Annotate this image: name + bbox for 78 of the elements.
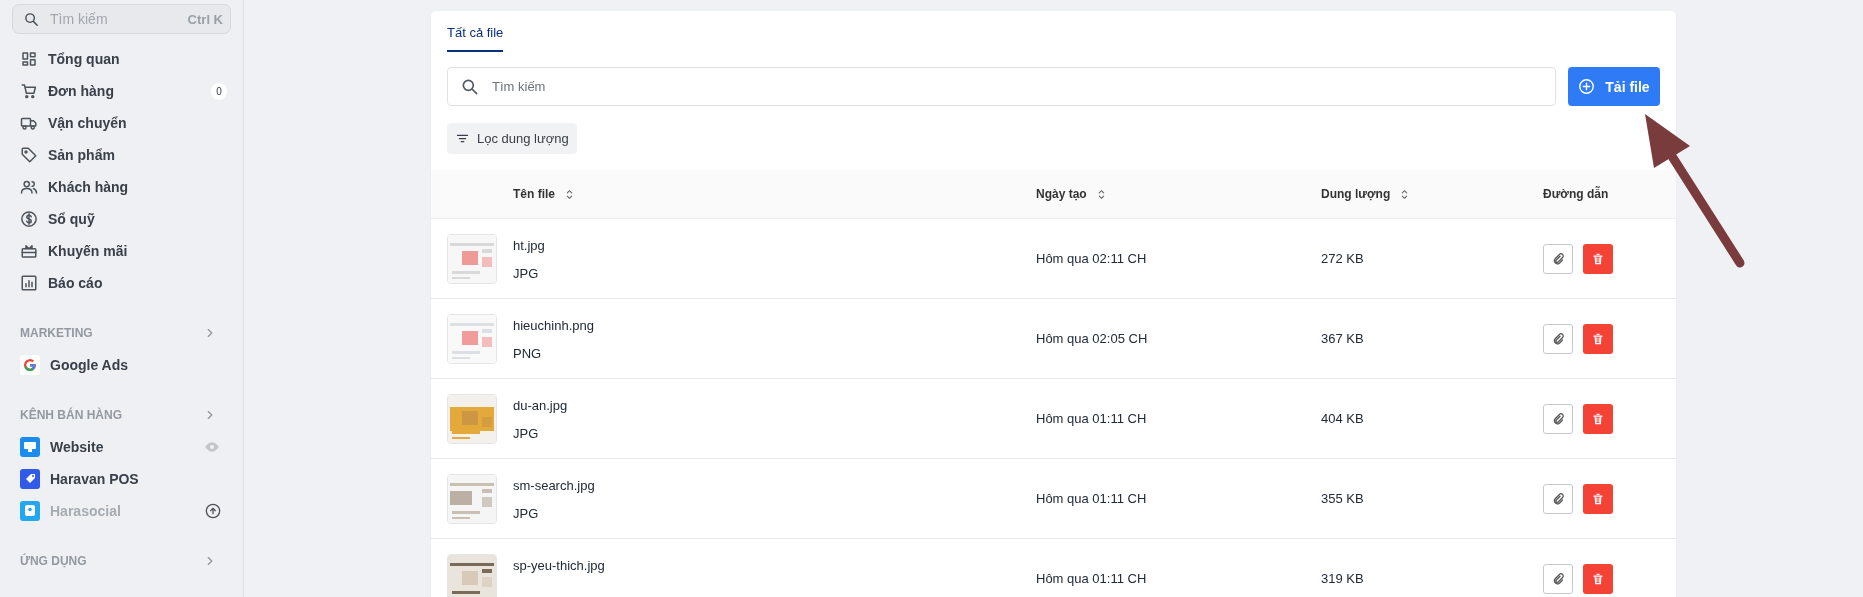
tag-icon xyxy=(20,146,38,164)
chat-icon xyxy=(20,501,40,521)
nav-item[interactable]: Sổ quỹ xyxy=(12,203,231,235)
nav-item[interactable]: Sản phẩm xyxy=(12,139,231,171)
nav-item[interactable]: Báo cáo xyxy=(12,267,231,299)
file-type: JPG xyxy=(513,425,540,443)
channel-item[interactable]: Google Ads xyxy=(12,349,231,381)
size-cell-text: 319 KB xyxy=(1321,571,1365,586)
nav-item[interactable]: Khuyến mãi xyxy=(12,235,231,267)
count-badge: 0 xyxy=(211,82,227,100)
file-type: JPG xyxy=(513,505,540,523)
channel-item[interactable]: Website xyxy=(12,431,231,463)
dollar-icon xyxy=(20,210,38,228)
trash-icon xyxy=(1591,331,1605,346)
date-cell-text: Hôm qua 02:05 CH xyxy=(1036,331,1149,346)
chart-icon xyxy=(20,274,38,292)
column-title: Dung lượng xyxy=(1321,187,1391,201)
file-name[interactable]: ht.jpg xyxy=(513,237,1036,255)
copy-link-button[interactable] xyxy=(1543,323,1573,354)
trash-icon xyxy=(1591,571,1605,586)
date-cell-text: Hôm qua 02:11 CH xyxy=(1036,251,1148,266)
column-header[interactable]: Dung lượng xyxy=(1321,187,1543,201)
delete-button[interactable] xyxy=(1583,403,1613,434)
date-cell-text: Hôm qua 01:11 CH xyxy=(1036,491,1148,506)
website-icon xyxy=(20,437,40,457)
delete-button[interactable] xyxy=(1583,323,1613,354)
column-title: Tên file xyxy=(513,187,555,201)
copy-link-button[interactable] xyxy=(1543,403,1573,434)
date-cell-text: Hôm qua 01:11 CH xyxy=(1036,571,1148,586)
trash-icon xyxy=(1591,251,1605,266)
upload-button[interactable]: Tải file xyxy=(1568,67,1660,106)
file-name[interactable]: du-an.jpg xyxy=(513,397,1036,415)
section-title: ỨNG DỤNG xyxy=(20,554,87,568)
section-title: KÊNH BÁN HÀNG xyxy=(20,408,122,422)
search-input[interactable]: Tìm kiếm xyxy=(48,10,180,28)
file-type: JPG xyxy=(513,265,540,283)
file-type: PNG xyxy=(513,345,543,363)
column-header[interactable]: Tên file xyxy=(513,187,1036,201)
cart-icon xyxy=(20,82,38,100)
column-header[interactable]: Ngày tạo xyxy=(1036,187,1321,201)
trash-icon xyxy=(1591,411,1605,426)
copy-link-button[interactable] xyxy=(1543,563,1573,594)
search-field[interactable]: Tìm kiếm xyxy=(447,67,1556,106)
size-cell-text: 404 KB xyxy=(1321,411,1365,426)
nav-item[interactable]: Đơn hàng 0 xyxy=(12,75,231,107)
size-cell-text: 367 KB xyxy=(1321,331,1365,346)
grid-icon xyxy=(20,50,38,68)
size-cell-text: 355 KB xyxy=(1321,491,1365,506)
channel-item[interactable]: Haravan POS xyxy=(12,463,231,495)
file-name[interactable]: sp-yeu-thich.jpg xyxy=(513,557,1036,575)
eye-icon xyxy=(203,439,221,455)
copy-link-button[interactable] xyxy=(1543,243,1573,274)
nav-item[interactable]: Tổng quan xyxy=(12,43,231,75)
nav-item[interactable]: Khách hàng xyxy=(12,171,231,203)
size-cell-text: 272 KB xyxy=(1321,251,1365,266)
gift-icon xyxy=(20,242,38,260)
column-header[interactable]: Đường dẫn xyxy=(1543,187,1676,201)
date-cell-text: Hôm qua 01:11 CH xyxy=(1036,411,1148,426)
google-icon xyxy=(20,355,40,375)
tab[interactable]: Tất cả file xyxy=(447,11,504,52)
delete-button[interactable] xyxy=(1583,563,1613,594)
shortcut-hint: Ctrl K xyxy=(187,11,223,27)
users-icon xyxy=(20,178,38,196)
section-title: MARKETING xyxy=(20,326,93,340)
pos-icon xyxy=(20,469,40,489)
copy-link-button[interactable] xyxy=(1543,483,1573,514)
column-title: Đường dẫn xyxy=(1543,187,1609,201)
search-icon xyxy=(23,10,40,28)
delete-button[interactable] xyxy=(1583,243,1613,274)
upload-icon xyxy=(205,503,221,519)
column-title: Ngày tạo xyxy=(1036,187,1087,201)
delete-button[interactable] xyxy=(1583,483,1613,514)
nav-item[interactable]: Vận chuyển xyxy=(12,107,231,139)
filter-button[interactable]: Lọc dung lượng xyxy=(447,123,577,154)
trash-icon xyxy=(1591,491,1605,506)
file-name[interactable]: sm-search.jpg xyxy=(513,477,1036,495)
file-name[interactable]: hieuchinh.png xyxy=(513,317,1036,335)
plus-circle-icon xyxy=(1578,78,1596,95)
